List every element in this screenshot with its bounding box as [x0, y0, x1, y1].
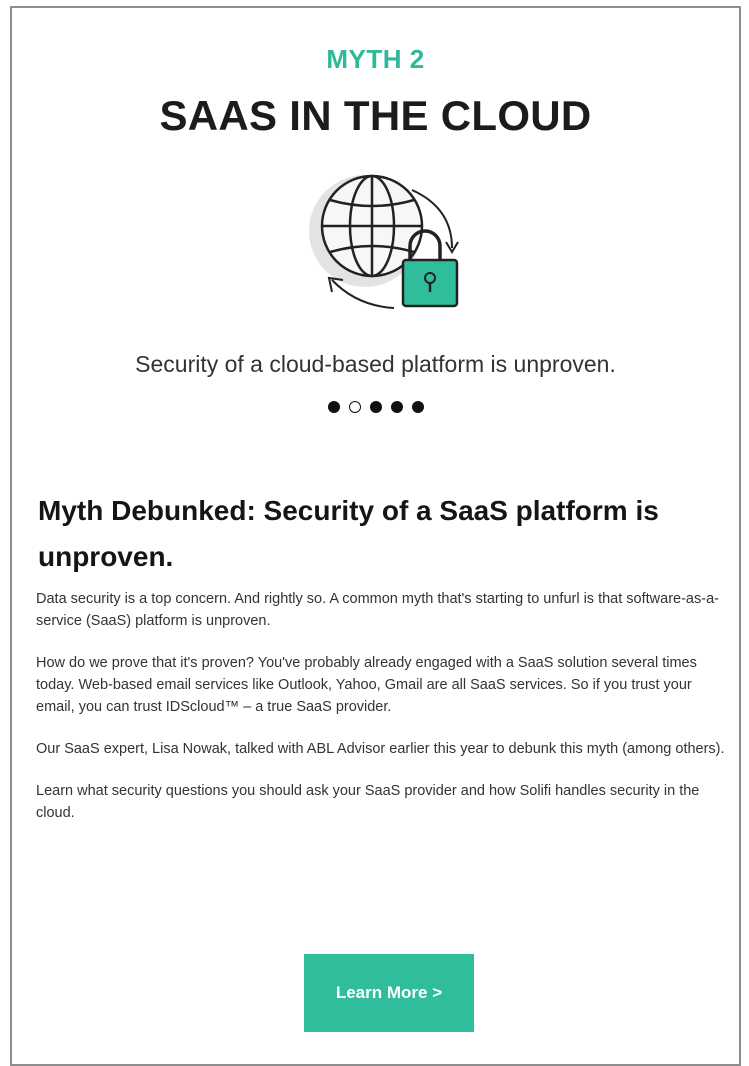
article-title: Myth Debunked: Security of a SaaS platfo…	[38, 495, 659, 572]
email-card: MYTH 2 SAAS IN THE CLOUD Security of a c…	[10, 6, 741, 1066]
article-paragraph: Our SaaS expert, Lisa Nowak, talked with…	[36, 741, 725, 757]
carousel-dot-active[interactable]	[348, 401, 361, 413]
carousel-dot[interactable]	[411, 401, 424, 413]
article-paragraph: Learn what security questions you should…	[36, 783, 700, 821]
carousel-dot[interactable]	[390, 401, 403, 413]
globe-lock-icon	[309, 174, 459, 309]
learn-more-button[interactable]: Learn More >	[304, 954, 474, 1032]
carousel-indicator	[12, 401, 739, 413]
carousel-dot[interactable]	[369, 401, 382, 413]
article-paragraph: How do we prove that it's proven? You've…	[36, 655, 697, 715]
myth-label: MYTH 2	[326, 44, 425, 74]
article-body: Data security is a top concern. And righ…	[36, 588, 726, 844]
myth-tagline: Security of a cloud-based platform is un…	[135, 351, 616, 377]
article-paragraph: Data security is a top concern. And righ…	[36, 591, 719, 629]
carousel-dot[interactable]	[327, 401, 340, 413]
myth-headline: SAAS IN THE CLOUD	[159, 92, 592, 139]
